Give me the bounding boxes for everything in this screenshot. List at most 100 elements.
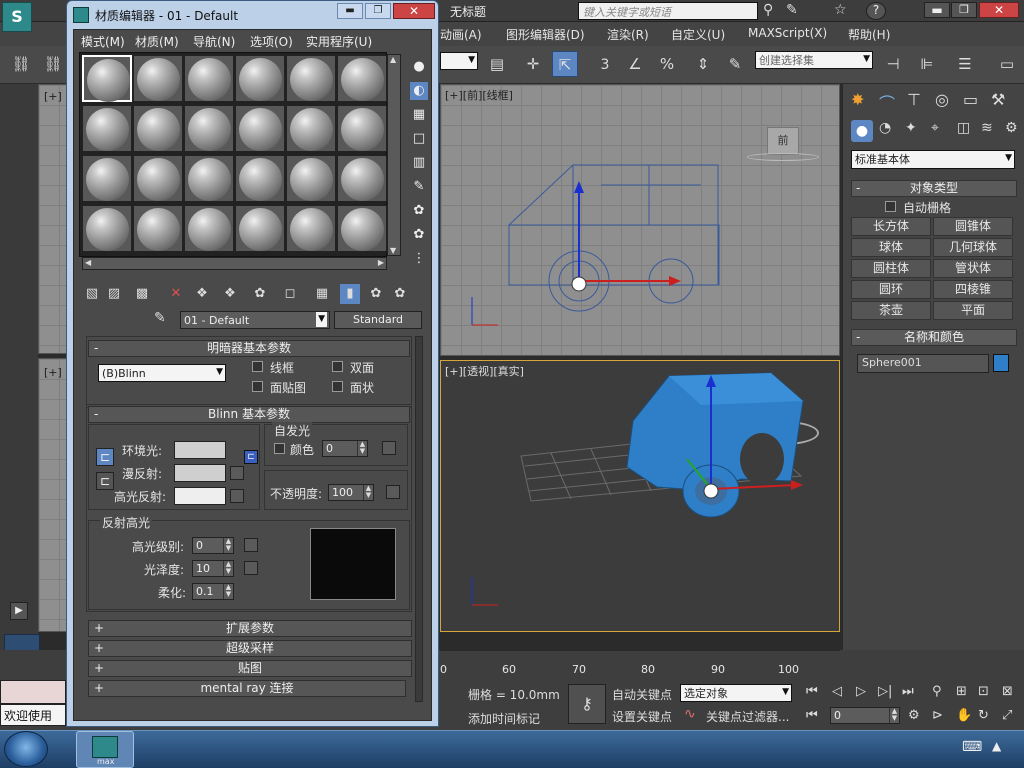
material-sample-slot[interactable] xyxy=(133,155,183,202)
maximize-viewport-icon[interactable]: ⤢ xyxy=(1002,708,1012,723)
left-viewport-label-top[interactable]: [+] xyxy=(44,90,62,103)
box-button[interactable]: 长方体 xyxy=(851,217,931,236)
orbit-icon[interactable]: ↻ xyxy=(978,708,989,723)
two-sided-checkbox[interactable] xyxy=(332,361,343,372)
helpers-icon[interactable]: ◫ xyxy=(957,120,970,136)
mental-ray-rollout[interactable]: + mental ray 连接 xyxy=(88,680,406,697)
app-logo-icon[interactable]: S xyxy=(2,2,32,32)
zoom-extents-all-icon[interactable]: ⊠ xyxy=(1002,684,1013,699)
select-by-material-icon[interactable]: ✿ xyxy=(410,226,428,244)
teapot-button[interactable]: 茶壶 xyxy=(851,301,931,320)
blinn-basic-params-header[interactable]: - Blinn 基本参数 xyxy=(88,406,410,423)
tools-icon[interactable]: ✎ xyxy=(786,2,798,18)
selection-filter-dropdown[interactable]: ▼ xyxy=(440,52,478,70)
material-sample-slot[interactable] xyxy=(286,55,336,102)
show-end-result-icon[interactable]: ▮ xyxy=(340,284,360,304)
object-color-swatch[interactable] xyxy=(993,354,1009,372)
play-side-icon[interactable]: ▶ xyxy=(10,602,28,620)
unlink-icon[interactable]: ⛓ xyxy=(40,51,66,77)
left-viewport-strip-bottom[interactable] xyxy=(38,358,68,632)
slot-horizontal-scrollbar[interactable]: ◀ ▶ xyxy=(82,257,387,270)
tray-arrow-icon[interactable]: ▲ xyxy=(992,739,1001,753)
object-type-rollout[interactable]: - 对象类型 xyxy=(851,180,1017,197)
material-sample-slot[interactable] xyxy=(184,55,234,102)
shader-type-dropdown[interactable]: (B)Blinn ▼ xyxy=(98,364,226,382)
slot-vertical-scrollbar[interactable]: ▲ ▼ xyxy=(387,54,401,256)
menu-graph-editors[interactable]: 图形编辑器(D) xyxy=(506,26,585,43)
material-name-field[interactable]: 01 - Default ▼ xyxy=(180,311,330,329)
search-box[interactable]: 键入关键字或短语 xyxy=(578,2,758,20)
display-tab-icon[interactable]: ▭ xyxy=(963,90,978,109)
key-filter-curve-icon[interactable]: ∿ xyxy=(684,706,696,722)
glossiness-spinner[interactable]: 10 ▲ ▼ xyxy=(192,560,234,577)
material-sample-slot[interactable] xyxy=(133,55,183,102)
maximize-button[interactable]: ❐ xyxy=(951,2,977,18)
specular-swatch[interactable] xyxy=(174,487,226,505)
spinner-snap-icon[interactable]: ⇕ xyxy=(690,51,716,77)
ambient-lock-icon[interactable]: ⊏ xyxy=(96,448,114,466)
get-material-icon[interactable]: ▧ xyxy=(82,284,102,304)
diffuse-swatch[interactable] xyxy=(174,464,226,482)
menu-options[interactable]: 选项(O) xyxy=(250,33,293,50)
material-sample-slot[interactable] xyxy=(82,55,132,102)
maps-rollout[interactable]: + 贴图 xyxy=(88,660,412,677)
reset-map-icon[interactable]: ✕ xyxy=(166,284,186,304)
minimize-button[interactable]: ▬ xyxy=(924,2,950,18)
put-to-library-icon[interactable]: ✿ xyxy=(250,284,270,304)
ribbon-toggle-icon[interactable]: ▭ xyxy=(994,51,1020,77)
add-time-tag-button[interactable]: 添加时间标记 xyxy=(468,710,540,727)
next-frame-icon[interactable]: ▷| xyxy=(878,684,892,699)
rollout-scrollbar[interactable] xyxy=(415,336,423,702)
backlight-icon[interactable]: ◐ xyxy=(410,82,428,100)
material-sample-slot[interactable] xyxy=(184,105,234,152)
zoom-all-icon[interactable]: ⊞ xyxy=(956,684,967,699)
set-key-button[interactable]: 设置关键点 xyxy=(612,708,672,725)
lights-icon[interactable]: ✦ xyxy=(905,120,917,136)
go-end-icon[interactable]: ⏭ xyxy=(902,684,914,699)
time-config-icon[interactable]: ⚙ xyxy=(908,708,920,723)
glossiness-map-button[interactable] xyxy=(244,561,258,575)
shapes-icon[interactable]: ◔ xyxy=(879,120,891,136)
zoom-extents-icon[interactable]: ⊡ xyxy=(978,684,989,699)
max-taskbar-button[interactable]: max xyxy=(76,731,134,768)
layer-manager-icon[interactable]: ☰ xyxy=(952,51,978,77)
geometry-icon[interactable]: ● xyxy=(851,120,873,142)
material-sample-slot[interactable] xyxy=(235,105,285,152)
face-map-checkbox[interactable] xyxy=(252,381,263,392)
move-icon[interactable]: ✛ xyxy=(520,51,546,77)
object-name-field[interactable]: Sphere001 xyxy=(857,354,989,373)
material-map-navigator-icon[interactable]: ⋮ xyxy=(410,250,428,268)
go-to-parent-icon[interactable]: ✿ xyxy=(366,284,386,304)
material-sample-slot[interactable] xyxy=(82,155,132,202)
name-color-rollout[interactable]: - 名称和颜色 xyxy=(851,329,1017,346)
torus-button[interactable]: 圆环 xyxy=(851,280,931,299)
modify-tab-icon[interactable]: ⌒ xyxy=(879,90,895,114)
left-viewport-strip-top[interactable] xyxy=(38,84,68,354)
auto-key-button[interactable]: 自动关键点 xyxy=(612,686,672,703)
material-sample-slot[interactable] xyxy=(184,205,234,252)
edit-named-sets-icon[interactable]: ✎ xyxy=(722,51,748,77)
material-sample-slot[interactable] xyxy=(184,155,234,202)
tube-button[interactable]: 管状体 xyxy=(933,259,1013,278)
named-selection-set-dropdown[interactable]: 创建选择集 ▼ xyxy=(755,51,873,69)
self-illum-spinner[interactable]: 0 ▲ ▼ xyxy=(322,440,368,457)
close-button[interactable]: ✕ xyxy=(979,2,1019,18)
specular-map-button[interactable] xyxy=(230,489,244,503)
material-sample-slot[interactable] xyxy=(235,205,285,252)
material-sample-slot[interactable] xyxy=(133,105,183,152)
menu-material[interactable]: 材质(M) xyxy=(135,33,179,50)
key-mode-icon[interactable]: ⏮ xyxy=(806,708,818,723)
field-of-view-icon[interactable]: ⊳ xyxy=(932,708,943,723)
editor-minimize-button[interactable]: ▬ xyxy=(337,3,363,19)
put-to-scene-icon[interactable]: ▨ xyxy=(104,284,124,304)
menu-utilities[interactable]: 实用程序(U) xyxy=(306,33,372,50)
help-icon[interactable]: ? xyxy=(866,2,886,20)
autogrid-checkbox[interactable] xyxy=(885,201,896,212)
hierarchy-tab-icon[interactable]: ⊤ xyxy=(907,90,921,109)
scroll-left-icon[interactable]: ◀ xyxy=(85,258,91,267)
align-icon[interactable]: ⊫ xyxy=(914,51,940,77)
key-selection-dropdown[interactable]: 选定对象 ▼ xyxy=(680,684,792,702)
show-map-icon[interactable]: ▦ xyxy=(312,284,332,304)
go-start-icon[interactable]: ⏮ xyxy=(806,684,818,699)
mirror-icon[interactable]: ⊣ xyxy=(880,51,906,77)
